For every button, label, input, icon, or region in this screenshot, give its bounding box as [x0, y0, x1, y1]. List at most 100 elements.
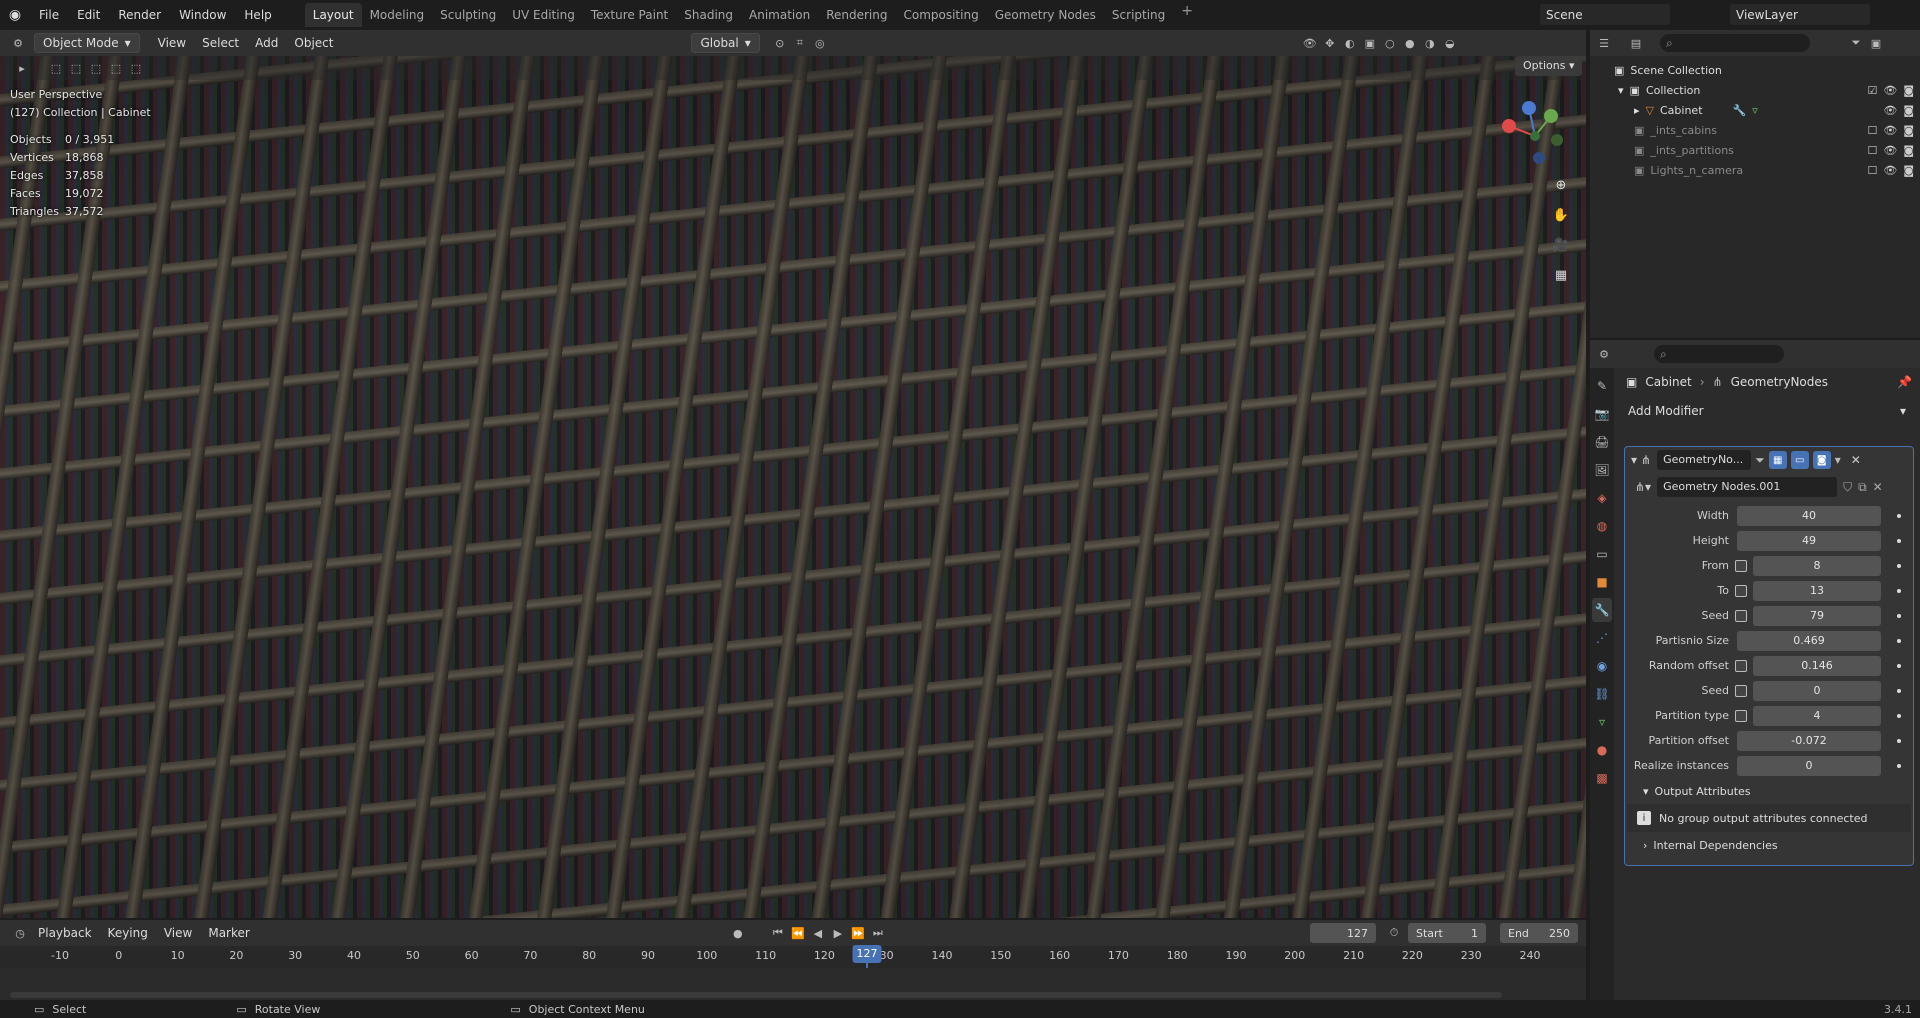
- node-tree-icon[interactable]: ⋔▾: [1635, 480, 1651, 494]
- timeline-menu-marker[interactable]: Marker: [200, 926, 257, 940]
- jump-end-icon[interactable]: ⏭: [868, 923, 888, 943]
- properties-search-input[interactable]: ⌕: [1654, 345, 1784, 363]
- select-box-icon[interactable]: ⬚: [46, 58, 66, 78]
- param-partition-offset-field[interactable]: -0.072: [1737, 730, 1881, 751]
- timeline-keyframe-area[interactable]: [0, 968, 1586, 1002]
- editor-type-icon[interactable]: ⚙: [8, 33, 28, 53]
- keyframe-dot-icon[interactable]: [1897, 639, 1901, 643]
- outliner-editor-type-icon[interactable]: ☰: [1594, 33, 1614, 53]
- render-camera-icon[interactable]: ◙: [1903, 124, 1914, 137]
- viewport-display-toggle-icon[interactable]: ▭: [1790, 451, 1809, 469]
- keyframe-dot-icon[interactable]: [1897, 714, 1901, 718]
- shading-wireframe-icon[interactable]: ○: [1380, 33, 1400, 53]
- outliner-item-lights-n-camera[interactable]: ▣ Lights_n_camera ☐ 👁 ◙: [1590, 160, 1920, 180]
- shading-solid-icon[interactable]: ●: [1400, 33, 1420, 53]
- timeline-ruler[interactable]: 240 230 220 210 200 190 180 170 160 150 140 130 120 1…: [0, 945, 1586, 1002]
- attribute-toggle-icon[interactable]: [1735, 610, 1747, 622]
- tab-modeling[interactable]: Modeling: [362, 3, 433, 27]
- viewport-menu-view[interactable]: View: [150, 36, 194, 50]
- output-tab-icon[interactable]: 🖨: [1592, 430, 1612, 454]
- keyframe-dot-icon[interactable]: [1897, 739, 1901, 743]
- viewport-menu-add[interactable]: Add: [247, 36, 286, 50]
- tab-shading[interactable]: Shading: [676, 3, 741, 27]
- object-tab-icon[interactable]: ■: [1592, 570, 1612, 594]
- output-attributes-panel[interactable]: ▾ Output Attributes: [1625, 778, 1913, 804]
- keyframe-dot-icon[interactable]: [1897, 689, 1901, 693]
- select-intersect-icon[interactable]: ⬚: [126, 58, 146, 78]
- select-tool-icon[interactable]: ▸: [12, 58, 32, 78]
- play-reverse-icon[interactable]: ◀: [808, 923, 828, 943]
- pin-icon[interactable]: 📌: [1897, 375, 1912, 389]
- outliner-item-collection[interactable]: ▾ ▣ Collection ☑ 👁 ◙: [1590, 80, 1920, 100]
- play-icon[interactable]: ▶: [828, 923, 848, 943]
- eye-icon[interactable]: 👁: [1883, 144, 1897, 157]
- checkbox-icon[interactable]: ☑: [1867, 84, 1877, 97]
- outliner-search-input[interactable]: ⌕: [1660, 34, 1810, 52]
- checkbox-icon[interactable]: ☐: [1867, 144, 1877, 157]
- timeline-scrollbar[interactable]: [10, 992, 1502, 998]
- end-frame-field[interactable]: End 250: [1500, 923, 1578, 943]
- mode-dropdown[interactable]: Object Mode ▾: [34, 33, 140, 53]
- tab-geometry-nodes[interactable]: Geometry Nodes: [987, 3, 1104, 27]
- menu-file[interactable]: File: [30, 4, 68, 26]
- start-frame-field[interactable]: Start 1: [1408, 923, 1486, 943]
- camera-icon[interactable]: 🎥: [1550, 234, 1572, 256]
- modifier-tab-icon[interactable]: 🔧: [1592, 598, 1612, 622]
- select-subtract-icon[interactable]: ⬚: [86, 58, 106, 78]
- properties-editor-type-icon[interactable]: ⚙: [1594, 344, 1614, 364]
- view-layer-selector[interactable]: ViewLayer: [1730, 4, 1870, 25]
- tab-layout[interactable]: Layout: [304, 3, 362, 27]
- edit-mode-toggle-icon[interactable]: ▦: [1768, 451, 1787, 469]
- overlay-toggle-icon[interactable]: ◐: [1340, 33, 1360, 53]
- gizmo-toggle-icon[interactable]: ✥: [1320, 33, 1340, 53]
- param-realize-instances-field[interactable]: 0: [1737, 755, 1881, 776]
- viewport-menu-object[interactable]: Object: [286, 36, 341, 50]
- menu-edit[interactable]: Edit: [68, 4, 109, 26]
- tab-scripting[interactable]: Scripting: [1104, 3, 1173, 27]
- stopwatch-icon[interactable]: ⏱: [1384, 923, 1404, 943]
- filter-icon[interactable]: ⏷: [1846, 33, 1866, 53]
- gizmo-y-axis[interactable]: [1544, 109, 1558, 123]
- gizmo-neg-y-axis[interactable]: [1551, 134, 1563, 146]
- internal-dependencies-panel[interactable]: › Internal Dependencies: [1625, 832, 1913, 858]
- particles-tab-icon[interactable]: ⋰: [1592, 626, 1612, 650]
- pivot-icon[interactable]: ⊙: [770, 33, 790, 53]
- attribute-toggle-icon[interactable]: [1735, 710, 1747, 722]
- modifier-name-field[interactable]: GeometryNo...: [1657, 450, 1752, 470]
- param-from-field[interactable]: 8: [1753, 555, 1881, 576]
- duplicate-icon[interactable]: ⧉: [1858, 480, 1867, 495]
- param-to-field[interactable]: 13: [1753, 580, 1881, 601]
- world-tab-icon[interactable]: ◍: [1592, 514, 1612, 538]
- scene-selector[interactable]: Scene: [1540, 4, 1670, 25]
- 3d-viewport[interactable]: ▸ ⬚ ⬚ ⬚ ⬚ ⬚ Options ▾ User Perspective (…: [0, 56, 1586, 918]
- render-toggle-icon[interactable]: ◙: [1812, 451, 1831, 469]
- record-icon[interactable]: ●: [728, 923, 748, 943]
- outliner-item-scene-collection[interactable]: ▣ Scene Collection: [1590, 60, 1920, 80]
- display-mode-icon[interactable]: ▤: [1626, 33, 1646, 53]
- ortho-grid-icon[interactable]: ▦: [1550, 264, 1572, 286]
- eye-icon[interactable]: 👁: [1883, 164, 1897, 177]
- render-camera-icon[interactable]: ◙: [1903, 164, 1914, 177]
- constraints-tab-icon[interactable]: ⛓: [1592, 682, 1612, 706]
- render-camera-icon[interactable]: ◙: [1903, 104, 1914, 117]
- snap-icon[interactable]: ⌗: [790, 33, 810, 53]
- jump-start-icon[interactable]: ⏮: [768, 923, 788, 943]
- expand-chevron-icon[interactable]: ▸: [1634, 104, 1640, 117]
- fake-user-shield-icon[interactable]: ⛉: [1843, 480, 1852, 495]
- outliner-item-cabinet[interactable]: ▸ ▽ Cabinet 🔧 ▿ 👁 ◙: [1590, 100, 1920, 120]
- attribute-toggle-icon[interactable]: [1735, 585, 1747, 597]
- param-width-field[interactable]: 40: [1737, 505, 1881, 526]
- timeline-menu-view[interactable]: View: [156, 926, 200, 940]
- filter-funnel-icon[interactable]: ⏷: [1755, 453, 1765, 468]
- timeline-menu-keying[interactable]: Keying: [100, 926, 156, 940]
- material-tab-icon[interactable]: ●: [1592, 738, 1612, 762]
- collection-tab-icon[interactable]: ▭: [1592, 542, 1612, 566]
- menu-window[interactable]: Window: [170, 4, 235, 26]
- tab-texture-paint[interactable]: Texture Paint: [583, 3, 676, 27]
- playhead-frame-label[interactable]: 127: [852, 945, 882, 963]
- next-keyframe-icon[interactable]: ⏩: [848, 923, 868, 943]
- visibility-icon[interactable]: 👁: [1300, 33, 1320, 53]
- tab-animation[interactable]: Animation: [741, 3, 818, 27]
- checkbox-icon[interactable]: ☐: [1867, 164, 1877, 177]
- chevron-down-icon[interactable]: ▾: [1835, 453, 1841, 467]
